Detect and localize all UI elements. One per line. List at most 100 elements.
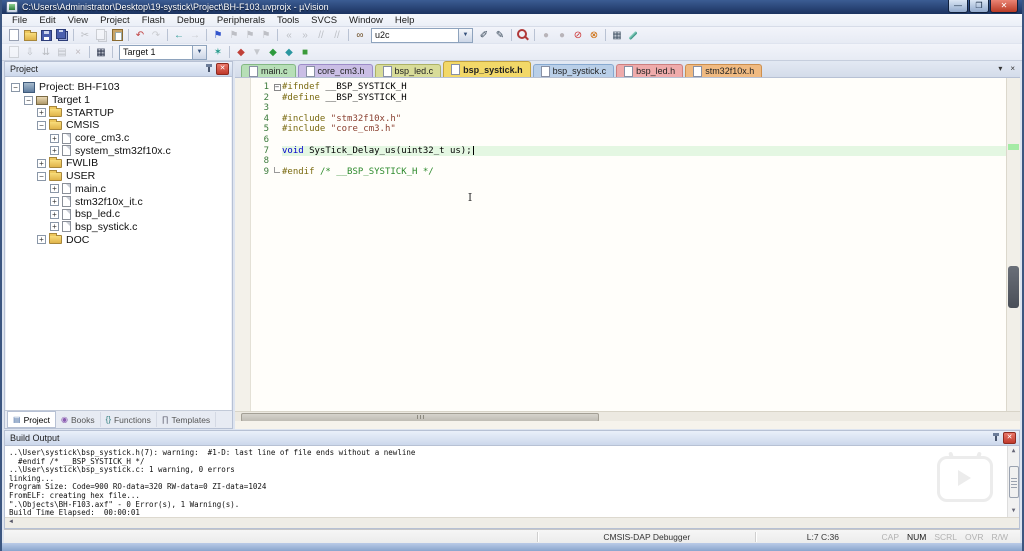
menu-help[interactable]: Help [389,15,421,26]
chevron-down-icon[interactable]: ▼ [458,29,472,42]
tab-templates[interactable]: ∏Templates [157,412,216,427]
code-editor[interactable]: 1−#ifndef __BSP_SYSTICK_H2#define __BSP_… [235,78,1020,411]
menu-peripherals[interactable]: Peripherals [211,15,271,26]
collapse-icon[interactable]: − [11,83,20,92]
expand-icon[interactable]: + [37,159,46,168]
scroll-down-arrow-icon[interactable]: ▼ [1012,507,1016,516]
chevron-down-icon[interactable]: ▼ [192,46,206,59]
panel-close-icon[interactable]: ✕ [1003,432,1016,444]
save-all-icon[interactable] [54,28,70,42]
expand-icon[interactable]: + [37,235,46,244]
batch-build-icon[interactable]: ▤ [54,45,70,59]
breakpoint-disable-icon[interactable]: ⊘ [570,28,586,42]
minimize-button[interactable]: — [948,0,968,13]
close-tab-button[interactable]: × [1010,64,1015,73]
uncomment-icon[interactable]: // [329,28,345,42]
scroll-left-arrow-icon[interactable]: ◄ [8,519,14,525]
code-line-5[interactable]: 5#include "core_cm3.h" [235,124,1020,135]
configure-icon[interactable] [625,28,641,42]
editor-scrollbar-thumb[interactable] [1008,266,1019,308]
tree-item-user[interactable]: −USER [6,170,231,183]
pin-icon[interactable] [992,433,1000,443]
tree-item-stm32f10x-it-c[interactable]: +stm32f10x_it.c [6,195,231,208]
bookmark-clear-icon[interactable]: ⚑ [258,28,274,42]
manage-rte-icon[interactable]: ◆ [233,45,249,59]
editor-tab-bsp-systick-c[interactable]: bsp_systick.c [533,64,615,77]
menu-edit[interactable]: Edit [33,15,61,26]
undo-icon[interactable]: ↶ [132,28,148,42]
breakpoint-kill-icon[interactable]: ⊗ [586,28,602,42]
collapse-icon[interactable]: − [37,121,46,130]
menu-project[interactable]: Project [94,15,136,26]
target-select-combobox[interactable]: Target 1▼ [119,45,207,60]
code-line-7[interactable]: 7void SysTick_Delay_us(uint32_t us); [235,146,1020,157]
new-file-icon[interactable] [6,28,22,42]
redo-icon[interactable]: ↷ [148,28,164,42]
code-line-2[interactable]: 2#define __BSP_SYSTICK_H [235,93,1020,104]
file-extensions-icon[interactable]: ▼ [249,45,265,59]
bookmark-prev-icon[interactable]: ⚑ [226,28,242,42]
tree-item-system-stm32f10x-c[interactable]: +system_stm32f10x.c [6,144,231,157]
editor-tab-stm32f10x-h[interactable]: stm32f10x.h [685,64,762,77]
rebuild-icon[interactable]: ⇊ [38,45,54,59]
expand-icon[interactable]: + [50,222,59,231]
menu-window[interactable]: Window [343,15,389,26]
fold-marker[interactable] [272,167,282,177]
tree-item-cmsis[interactable]: −CMSIS [6,119,231,132]
close-button[interactable]: ✕ [990,0,1018,13]
find-in-files-icon[interactable]: ∞ [352,28,368,42]
tab-project[interactable]: ▤Project [7,411,56,428]
code-line-4[interactable]: 4#include "stm32f10x.h" [235,114,1020,125]
panel-close-icon[interactable]: ✕ [216,63,229,75]
tree-item-fwlib[interactable]: +FWLIB [6,157,231,170]
restore-button[interactable]: ❐ [969,0,989,13]
navigate-back-icon[interactable]: ← [171,28,187,42]
menu-view[interactable]: View [62,15,94,26]
build-log-line[interactable]: Build Time Elapsed: 00:00:01 [9,509,1019,517]
code-line-3[interactable]: 3 [235,103,1020,114]
open-folder-icon[interactable] [22,28,38,42]
editor-tab-main-c[interactable]: main.c [241,64,296,77]
breakpoint-enable-icon[interactable]: ● [554,28,570,42]
expand-icon[interactable]: + [50,184,59,193]
find-next-icon[interactable]: ✐ [476,28,492,42]
code-line-8[interactable]: 8 [235,156,1020,167]
bookmark-next-icon[interactable]: ⚑ [242,28,258,42]
expand-icon[interactable]: + [50,134,59,143]
editor-vertical-scrollbar[interactable] [1006,78,1020,411]
tree-item-main-c[interactable]: +main.c [6,183,231,196]
translate-icon[interactable] [6,45,22,59]
tree-item-bsp-led-c[interactable]: +bsp_led.c [6,208,231,221]
tree-item-doc[interactable]: +DOC [6,233,231,246]
build-log-line[interactable]: Program Size: Code=900 RO-data=320 RW-da… [9,483,1019,492]
comment-icon[interactable]: // [313,28,329,42]
editor-tab-bsp-systick-h[interactable]: bsp_systick.h [443,61,531,77]
build-output-log[interactable]: ▲ ▼ ..\User\systick\bsp_systick.h(7): wa… [5,446,1019,517]
collapse-icon[interactable]: − [37,172,46,181]
bookmark-toggle-icon[interactable]: ⚑ [210,28,226,42]
incremental-find-icon[interactable]: ✎ [492,28,508,42]
build-icon[interactable]: ⇩ [22,45,38,59]
build-scrollbar-thumb[interactable] [1009,466,1019,498]
flash-download-icon[interactable]: ▦ [93,45,109,59]
tree-item-bsp-systick-c[interactable]: +bsp_systick.c [6,221,231,234]
build-vertical-scrollbar[interactable]: ▲ ▼ [1007,446,1019,517]
build-log-line[interactable]: ..\User\systick\bsp_systick.h(7): warnin… [9,449,1019,458]
fold-marker[interactable]: − [272,84,282,91]
expand-icon[interactable]: + [50,197,59,206]
manage-items-icon[interactable]: ◆ [265,45,281,59]
navigate-forward-icon[interactable]: → [187,28,203,42]
stop-build-icon[interactable]: × [70,45,86,59]
copy-icon[interactable] [93,28,109,42]
code-line-9[interactable]: 9#endif /* __BSP_SYSTICK_H */ [235,167,1020,178]
save-icon[interactable] [38,28,54,42]
tree-item-target-1[interactable]: −Target 1 [6,94,231,107]
editor-tab-bsp-led-c[interactable]: bsp_led.c [375,64,442,77]
unindent-icon[interactable]: « [281,28,297,42]
collapse-icon[interactable]: − [24,96,33,105]
menu-flash[interactable]: Flash [136,15,171,26]
menu-debug[interactable]: Debug [171,15,211,26]
code-line-1[interactable]: 1−#ifndef __BSP_SYSTICK_H [235,82,1020,93]
options-for-target-icon[interactable]: ✶ [210,45,226,59]
editor-tab-core-cm3-h[interactable]: core_cm3.h [298,64,373,77]
